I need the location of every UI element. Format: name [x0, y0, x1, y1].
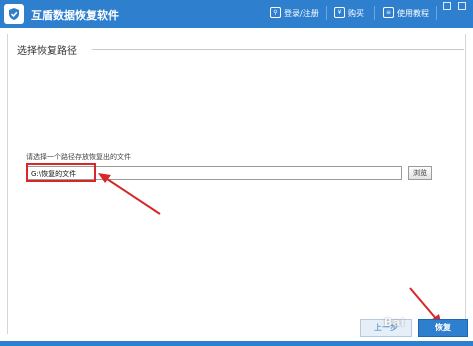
watermark-text: Bai — [384, 316, 406, 329]
bottom-bar — [0, 341, 473, 346]
annotation-arrows — [98, 173, 442, 326]
recover-button[interactable]: 恢复 — [418, 319, 468, 337]
arrow-to-path — [98, 173, 161, 215]
